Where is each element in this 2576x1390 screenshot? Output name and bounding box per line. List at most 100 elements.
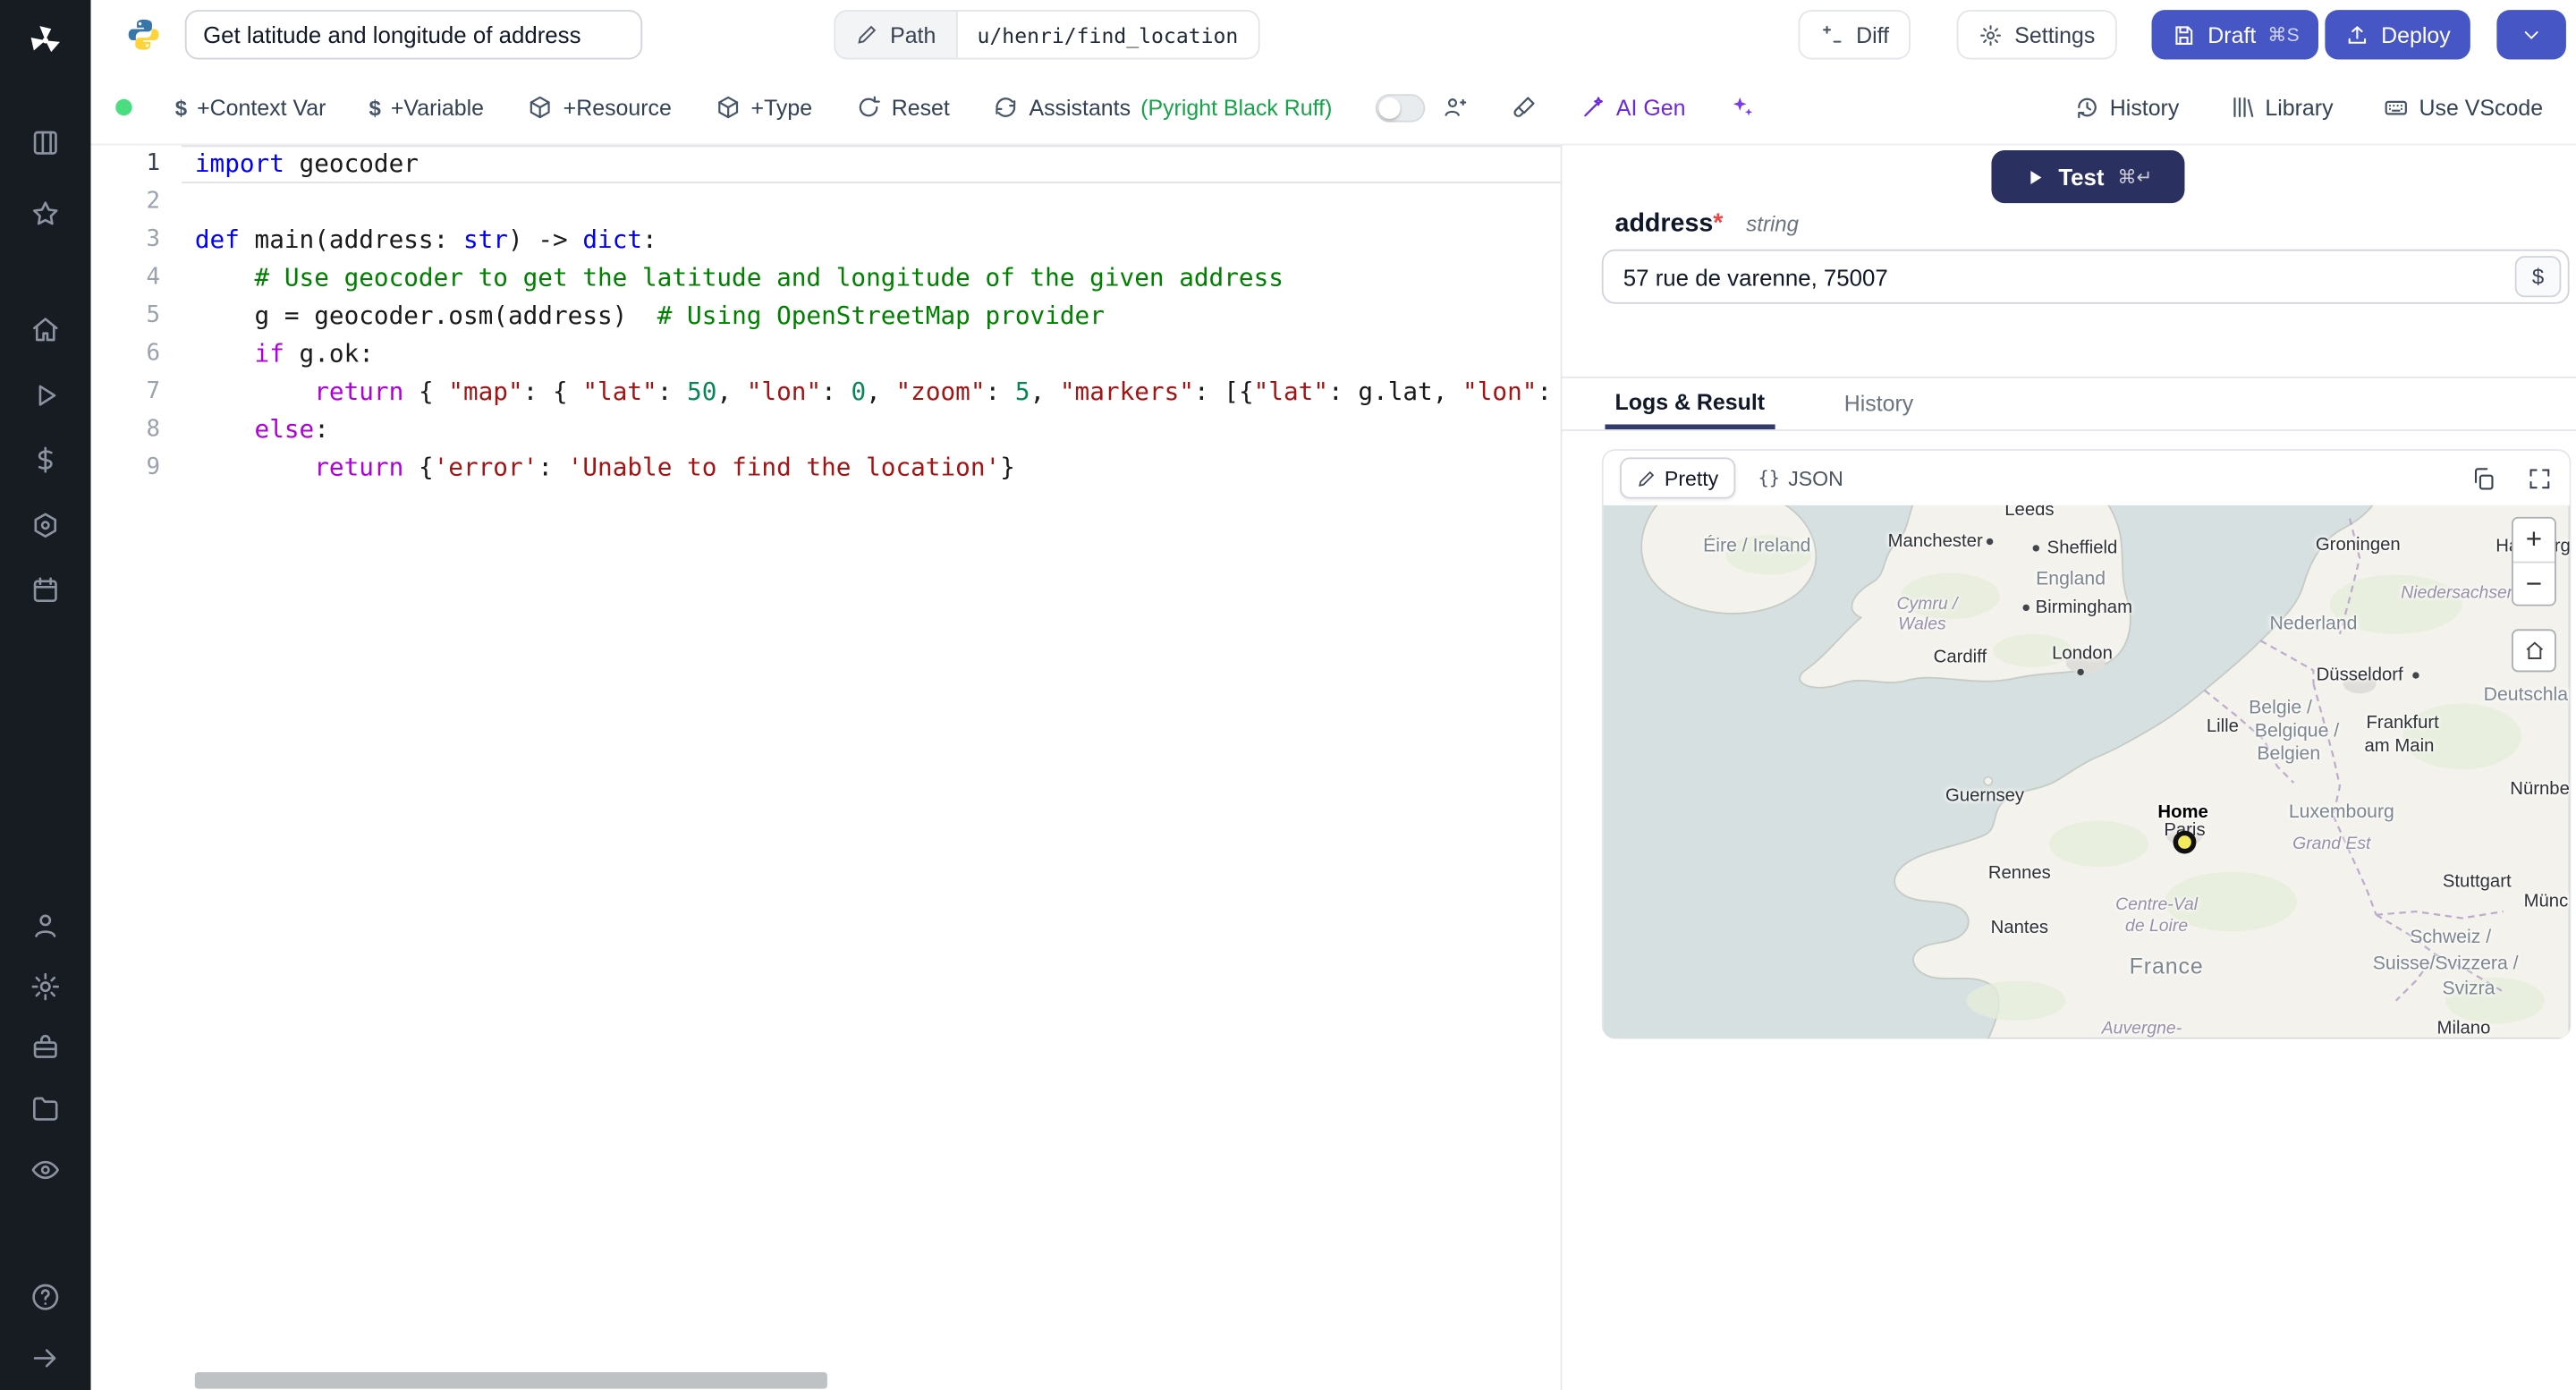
expand-sidebar-arrow-icon[interactable] xyxy=(25,1337,64,1377)
diff-button[interactable]: Diff xyxy=(1798,10,1911,60)
add-type-button[interactable]: +Type xyxy=(715,94,812,121)
library-button[interactable]: Library xyxy=(2229,94,2334,121)
add-resource-button[interactable]: +Resource xyxy=(527,94,672,121)
map-label: München xyxy=(2523,891,2570,912)
zoom-out-button[interactable]: − xyxy=(2512,561,2555,605)
reset-icon xyxy=(859,96,880,117)
result-tabs: Logs & Result History xyxy=(1562,378,2576,431)
line-number: 4 xyxy=(146,264,161,291)
tab-history[interactable]: History xyxy=(1835,378,1924,429)
deploy-upload-icon xyxy=(2348,25,2367,43)
multiplayer-control xyxy=(1375,93,1467,122)
map-label: Wales xyxy=(1898,614,1946,634)
runs-play-icon[interactable] xyxy=(25,375,64,414)
path-selector[interactable]: Path u/henri/find_location xyxy=(834,10,1260,60)
assistants-button[interactable]: Assistants (Pyright Black Ruff) xyxy=(993,94,1332,121)
users-icon[interactable] xyxy=(25,905,64,945)
deploy-button[interactable]: Deploy xyxy=(2325,10,2470,60)
result-panel: Pretty {} JSON Leeds Éire / Ireland Manc… xyxy=(1601,449,2572,1039)
code-editor[interactable]: 1 2 3 4 5 6 7 8 9 import geocoder def main(addres… xyxy=(90,145,1561,1390)
multiplayer-toggle[interactable] xyxy=(1375,93,1425,122)
zoom-in-button[interactable]: + xyxy=(2512,518,2555,562)
map-labels: Leeds Éire / Ireland Manchester Sheffield Gr… xyxy=(1604,505,2570,1039)
variables-dollar-icon[interactable] xyxy=(25,439,64,479)
map-label: de Loire xyxy=(2125,916,2189,937)
map-label: France xyxy=(2129,954,2204,979)
draft-shortcut: ⌘S xyxy=(2267,26,2300,47)
folders-icon[interactable] xyxy=(25,1089,64,1128)
tab-logs-result[interactable]: Logs & Result xyxy=(1605,378,1775,429)
top-header: Path u/henri/find_location Diff Settings… xyxy=(90,0,2576,70)
line-number: 2 xyxy=(146,188,161,215)
result-map[interactable]: Leeds Éire / Ireland Manchester Sheffield Gr… xyxy=(1603,504,2570,1039)
help-icon[interactable] xyxy=(25,1276,64,1316)
schedules-calendar-icon[interactable] xyxy=(25,570,64,609)
windmill-logo[interactable] xyxy=(25,20,64,59)
line-number: 5 xyxy=(146,301,161,329)
argument-type: string xyxy=(1746,211,1800,236)
line-number: 1 xyxy=(146,149,161,177)
map-label: Suisse/Svizzera / xyxy=(2372,954,2519,975)
expand-result-button[interactable] xyxy=(2527,465,2554,492)
settings-gear-icon[interactable] xyxy=(25,966,64,1005)
map-label: Deutschland xyxy=(2483,685,2570,706)
favorites-star-icon[interactable] xyxy=(25,193,64,233)
line-number: 9 xyxy=(146,453,161,481)
settings-button[interactable]: Settings xyxy=(1956,10,2117,60)
map-label: Belgien xyxy=(2257,744,2321,765)
add-variable-button[interactable]: $ +Variable xyxy=(369,95,484,120)
ai-gen-button[interactable]: AI Gen xyxy=(1580,94,1686,121)
diff-icon xyxy=(1823,24,1842,42)
deploy-dropdown-button[interactable] xyxy=(2496,10,2566,60)
sidebar xyxy=(0,0,91,1390)
line-number: 8 xyxy=(146,416,161,443)
map-label: Auvergne- xyxy=(2101,1019,2182,1039)
map-label: Belgie / xyxy=(2249,698,2312,719)
resources-hexagon-icon[interactable] xyxy=(25,505,64,545)
format-brush-button[interactable] xyxy=(1511,94,1538,121)
map-label: Éire / Ireland xyxy=(1703,536,1811,557)
workers-briefcase-icon[interactable] xyxy=(25,1027,64,1066)
map-label: Svizra xyxy=(2442,979,2496,999)
use-vscode-button[interactable]: Use VScode xyxy=(2383,94,2543,121)
map-label: Stuttgart xyxy=(2442,871,2512,892)
horizontal-scrollbar[interactable] xyxy=(194,1372,827,1389)
draft-button[interactable]: Draft ⌘S xyxy=(2151,10,2319,60)
path-label: Path xyxy=(835,12,955,58)
editor-toolbar: $ +Context Var $ +Variable +Resource +Ty… xyxy=(90,69,2576,146)
maximize-icon xyxy=(2529,468,2550,488)
apps-grid-icon[interactable] xyxy=(25,123,64,162)
chevron-down-icon xyxy=(2524,31,2538,39)
result-view-toggle-row: Pretty {} JSON xyxy=(1604,451,2570,505)
add-context-var-button[interactable]: $ +Context Var xyxy=(175,95,326,120)
pane-splitter[interactable] xyxy=(1560,145,1563,1390)
test-button[interactable]: Test ⌘↵ xyxy=(1991,149,2185,204)
pretty-view-button[interactable]: Pretty xyxy=(1620,457,1735,499)
code-line: return { "map": { "lat": 50, "lon": 0, "… xyxy=(314,376,1553,407)
dollar-icon: $ xyxy=(369,95,381,120)
address-input[interactable] xyxy=(1601,249,2570,304)
map-city-dot xyxy=(2077,668,2084,676)
required-asterisk: * xyxy=(1713,209,1724,238)
pen-icon xyxy=(1639,470,1655,486)
python-language-icon xyxy=(125,16,162,61)
map-recenter-button[interactable] xyxy=(2511,629,2556,673)
reset-button[interactable]: Reset xyxy=(855,94,950,121)
gear-icon xyxy=(1980,24,2001,46)
history-button[interactable]: History xyxy=(2073,94,2179,121)
audit-logs-eye-icon[interactable] xyxy=(25,1149,64,1189)
ai-sparkles-button[interactable] xyxy=(1729,94,1756,121)
script-title-input[interactable] xyxy=(184,10,643,60)
json-view-button[interactable]: {} JSON xyxy=(1745,457,1857,498)
line-number: 6 xyxy=(146,340,161,367)
map-label: Home xyxy=(2157,802,2208,823)
home-location-marker[interactable] xyxy=(2173,830,2197,854)
package-icon xyxy=(717,96,738,119)
home-icon[interactable] xyxy=(25,309,64,348)
braces-icon: {} xyxy=(1758,467,1780,489)
copy-result-button[interactable] xyxy=(2470,465,2497,492)
insert-variable-button[interactable]: $ xyxy=(2514,256,2562,298)
map-label: Sheffield xyxy=(2046,538,2118,558)
map-label: Cardiff xyxy=(1933,647,1987,667)
map-label: am Main xyxy=(2364,736,2435,757)
